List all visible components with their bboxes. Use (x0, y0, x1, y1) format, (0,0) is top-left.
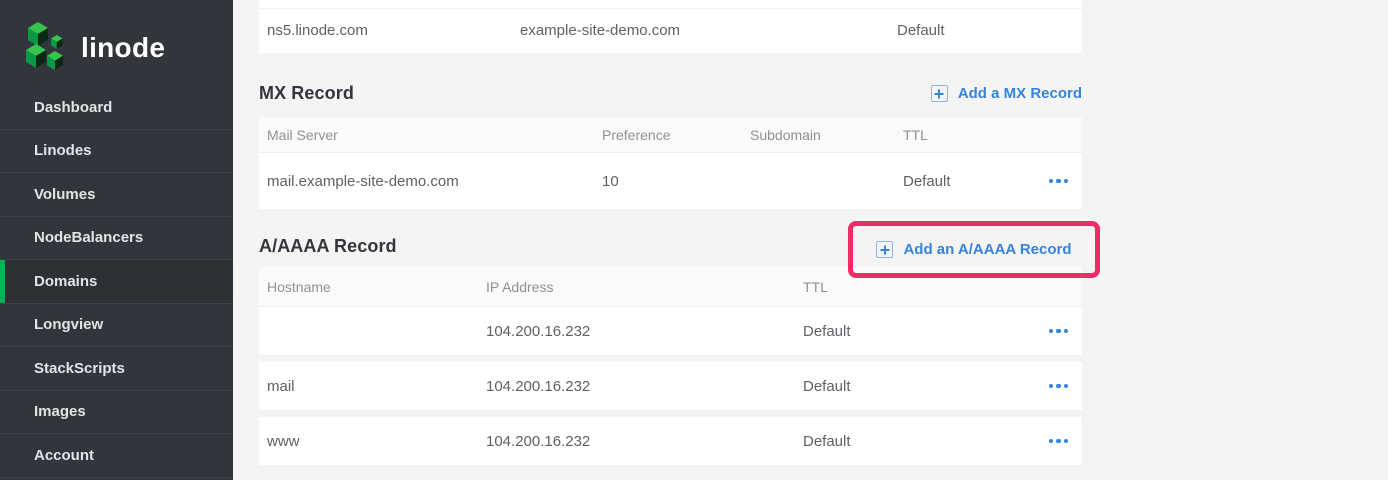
sidebar-item-label: Longview (34, 316, 103, 333)
cell-ip-address: 104.200.16.232 (486, 378, 803, 395)
sidebar-item-images[interactable]: Images (0, 391, 233, 435)
sidebar-nav: Dashboard Linodes Volumes NodeBalancers … (0, 86, 233, 478)
ellipsis-icon (1049, 179, 1054, 184)
sidebar-item-linodes[interactable]: Linodes (0, 130, 233, 174)
sidebar-item-stackscripts[interactable]: StackScripts (0, 347, 233, 391)
sidebar-item-label: Account (34, 447, 94, 464)
active-indicator-bar (0, 260, 5, 303)
cell-subdomain: example-site-demo.com (520, 22, 897, 39)
mx-record-heading: MX Record (259, 83, 354, 104)
mx-record-table: Mail Server Preference Subdomain TTL mai… (259, 117, 1082, 209)
cell-ttl: Default (803, 323, 1008, 340)
sidebar-item-longview[interactable]: Longview (0, 304, 233, 348)
column-ttl: TTL (903, 127, 1008, 143)
sidebar-item-dashboard[interactable]: Dashboard (0, 86, 233, 130)
column-subdomain: Subdomain (750, 127, 903, 143)
sidebar-item-account[interactable]: Account (0, 434, 233, 478)
add-mx-record-label: Add a MX Record (958, 85, 1082, 102)
sidebar-item-label: Linodes (34, 142, 92, 159)
plus-icon (876, 241, 893, 258)
sidebar-item-volumes[interactable]: Volumes (0, 173, 233, 217)
cell-ip-address: 104.200.16.232 (486, 323, 803, 340)
column-mail-server: Mail Server (267, 127, 602, 143)
a-record-row: www 104.200.16.232 Default (259, 417, 1082, 465)
cell-ttl: Default (897, 22, 1082, 39)
add-a-aaaa-record-label: Add an A/AAAA Record (903, 241, 1071, 258)
column-preference: Preference (602, 127, 750, 143)
sidebar-item-label: Dashboard (34, 99, 112, 116)
ellipsis-icon (1049, 384, 1054, 389)
mx-table-header: Mail Server Preference Subdomain TTL (259, 117, 1082, 153)
cell-hostname: mail (267, 378, 486, 395)
cell-ip-address: 104.200.16.232 (486, 433, 803, 450)
a-record-row: 104.200.16.232 Default (259, 307, 1082, 355)
plus-icon (931, 85, 948, 102)
column-hostname: Hostname (267, 279, 486, 295)
brand-name: linode (81, 34, 165, 62)
row-actions-button[interactable] (1049, 378, 1069, 395)
mx-record-row: mail.example-site-demo.com 10 Default (259, 153, 1082, 209)
ellipsis-icon (1049, 439, 1054, 444)
add-mx-record-button[interactable]: Add a MX Record (931, 85, 1082, 102)
sidebar: linode Dashboard Linodes Volumes NodeBal… (0, 0, 233, 480)
a-record-table: Hostname IP Address TTL 104.200.16.232 D… (259, 267, 1082, 472)
row-actions-button[interactable] (1049, 173, 1069, 190)
cell-mail-server: mail.example-site-demo.com (267, 173, 602, 190)
domain-records-content: ns5.linode.com example-site-demo.com Def… (259, 0, 1082, 480)
mx-section-header: MX Record Add a MX Record (259, 70, 1082, 117)
cell-ttl: Default (903, 173, 1008, 190)
row-actions-button[interactable] (1049, 323, 1069, 340)
sidebar-item-label: Domains (34, 273, 97, 290)
cell-preference: 10 (602, 173, 750, 190)
a-record-heading: A/AAAA Record (259, 236, 397, 257)
column-ip-address: IP Address (486, 279, 803, 295)
highlight-annotation-box: Add an A/AAAA Record (848, 221, 1100, 278)
row-divider (259, 8, 1082, 9)
row-actions-button[interactable] (1049, 433, 1069, 450)
cell-hostname: www (267, 433, 486, 450)
sidebar-item-label: Volumes (34, 186, 95, 203)
linode-cubes-icon (26, 22, 70, 74)
ns-record-row: ns5.linode.com example-site-demo.com Def… (259, 0, 1082, 53)
sidebar-item-label: StackScripts (34, 360, 125, 377)
linode-logo[interactable]: linode (0, 0, 233, 80)
cell-name-server: ns5.linode.com (267, 22, 520, 39)
sidebar-item-label: Images (34, 403, 86, 420)
a-record-row: mail 104.200.16.232 Default (259, 362, 1082, 410)
cell-ttl: Default (803, 378, 1008, 395)
sidebar-item-nodebalancers[interactable]: NodeBalancers (0, 217, 233, 261)
sidebar-item-label: NodeBalancers (34, 229, 143, 246)
sidebar-item-domains[interactable]: Domains (0, 260, 233, 304)
add-a-aaaa-record-button[interactable]: Add an A/AAAA Record (876, 241, 1071, 258)
cell-ttl: Default (803, 433, 1008, 450)
ellipsis-icon (1049, 329, 1054, 334)
column-ttl: TTL (803, 279, 1008, 295)
